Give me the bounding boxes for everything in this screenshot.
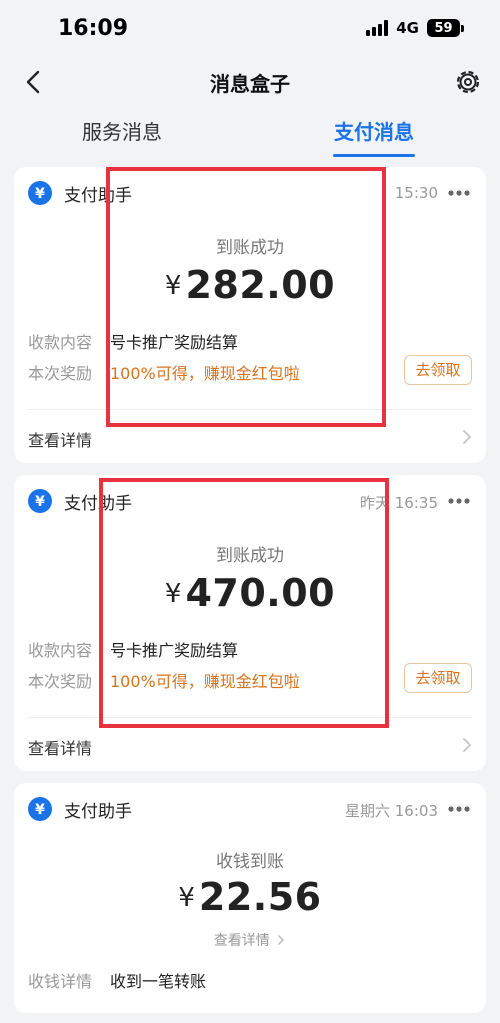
yuan-icon: ¥ [28, 797, 52, 821]
more-dots-icon[interactable] [448, 498, 470, 504]
page-title: 消息盒子 [210, 72, 290, 96]
view-details-link[interactable]: 查看详情 [14, 930, 486, 950]
svg-text:¥: ¥ [35, 802, 45, 818]
nav-bar: 消息盒子 [0, 56, 500, 108]
battery-icon: 59 [427, 19, 464, 37]
view-details-link[interactable]: 查看详情 [28, 735, 92, 759]
more-dots-icon[interactable] [448, 806, 470, 812]
currency-symbol: ¥ [178, 883, 195, 913]
gear-icon[interactable] [452, 66, 484, 98]
active-tab-indicator [333, 154, 415, 157]
row-label: 本次奖励 [28, 364, 93, 383]
status-indicators: 4G 59 [366, 19, 464, 37]
highlight-box [106, 167, 386, 427]
row-label: 收钱详情 [28, 972, 93, 991]
view-details-label: 查看详情 [213, 933, 270, 949]
highlight-box [99, 478, 389, 728]
row-value: 收到一笔转账 [110, 972, 207, 991]
row-label: 收款内容 [28, 641, 93, 660]
tab-bar: 服务消息 支付消息 [0, 110, 500, 158]
more-dots-icon[interactable] [448, 190, 470, 196]
claim-button[interactable]: 去领取 [404, 663, 472, 693]
claim-button[interactable]: 去领取 [404, 355, 472, 385]
card-header: ¥ 支付助手 星期六 16:03 [14, 783, 486, 835]
card-sender: 支付助手 [64, 802, 132, 822]
row-label: 本次奖励 [28, 672, 93, 691]
payment-amount: ¥22.56 [14, 875, 486, 919]
view-details-link[interactable]: 查看详情 [28, 427, 92, 451]
network-label: 4G [396, 19, 419, 37]
amount-value: 22.56 [198, 875, 322, 919]
yuan-icon: ¥ [28, 181, 52, 205]
row-label: 收款内容 [28, 333, 93, 352]
chevron-right-icon [463, 430, 471, 444]
yuan-icon: ¥ [28, 489, 52, 513]
tab-payment-messages[interactable]: 支付消息 [334, 116, 414, 145]
svg-text:¥: ¥ [35, 186, 45, 202]
status-time: 16:09 [58, 16, 129, 41]
status-bar: 16:09 4G 59 [0, 0, 500, 56]
card-time: 15:30 [394, 184, 438, 202]
chevron-right-icon [463, 738, 471, 752]
message-card[interactable]: ¥ 支付助手 星期六 16:03 收钱到账 ¥22.56 查看详情 收钱详情 收… [14, 783, 486, 1013]
chevron-right-icon [278, 935, 284, 945]
signal-icon [366, 20, 389, 36]
payment-status: 收钱到账 [216, 852, 284, 872]
tab-service-messages[interactable]: 服务消息 [82, 116, 162, 145]
card-time: 星期六 16:03 [345, 802, 438, 820]
svg-text:¥: ¥ [35, 494, 45, 510]
